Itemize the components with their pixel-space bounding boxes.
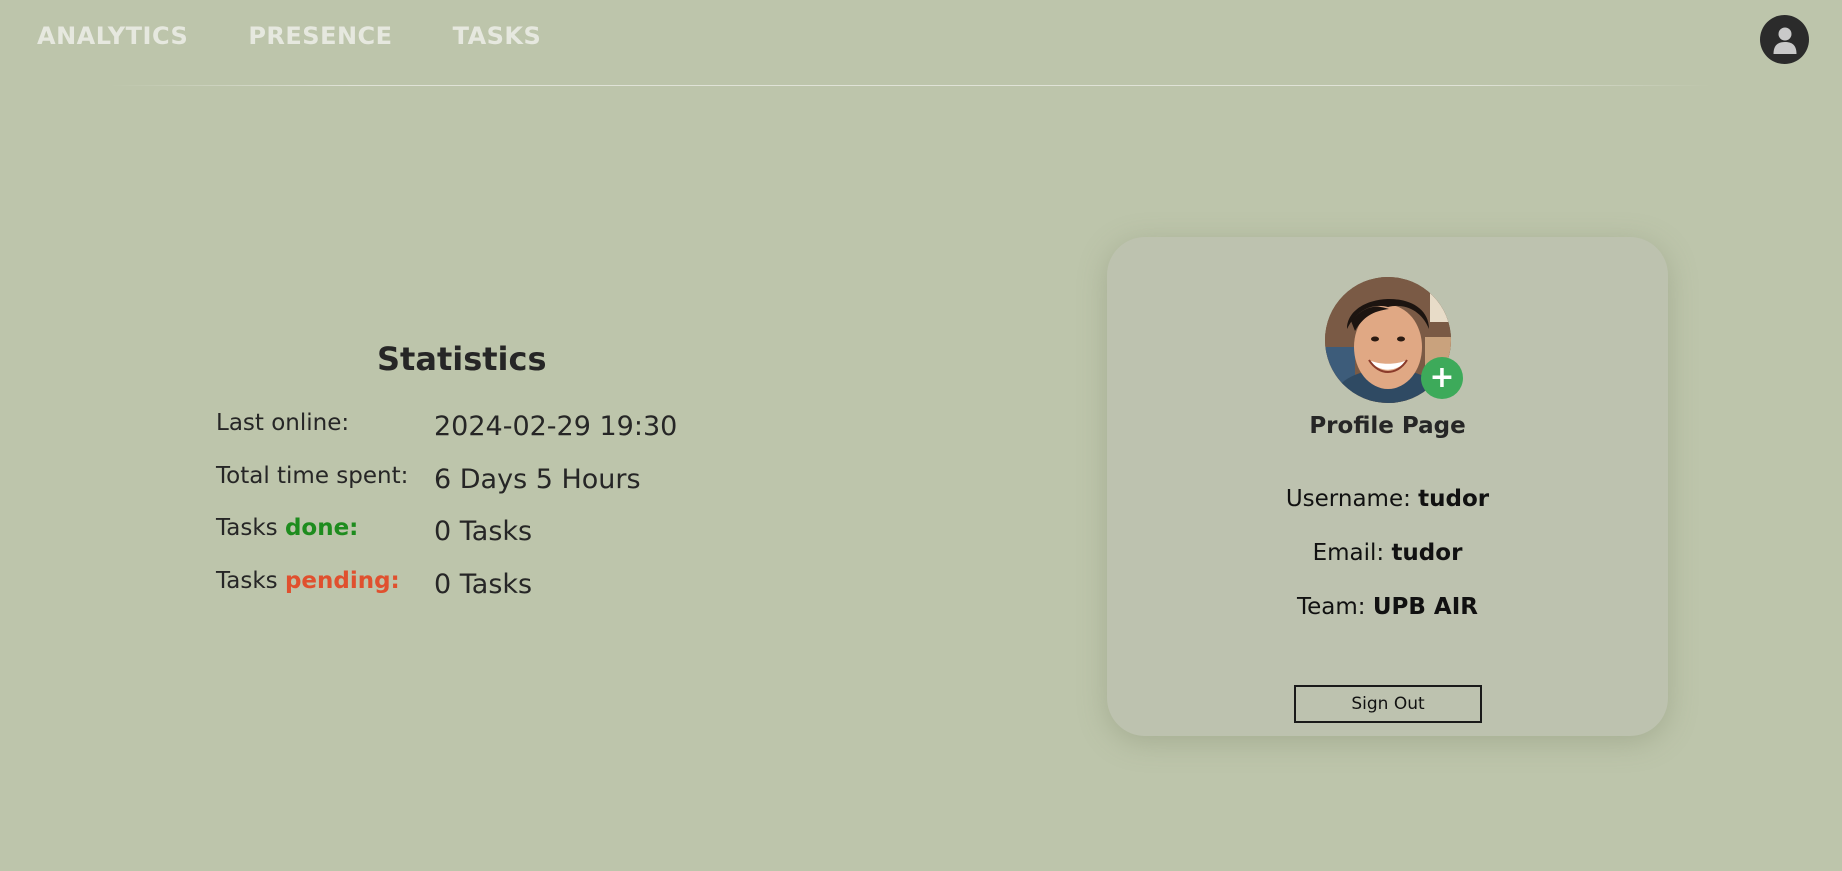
plus-icon: +: [1429, 360, 1455, 395]
add-photo-button[interactable]: +: [1421, 357, 1463, 399]
team-label: Team:: [1297, 594, 1366, 620]
nav-links: ANALYTICS PRESENCE TASKS: [37, 22, 541, 50]
profile-card: + Profile Page Username: tudor Email: tu…: [1107, 237, 1668, 736]
stat-label-pending-highlight: pending:: [284, 568, 400, 594]
statistics-title: Statistics: [377, 340, 547, 378]
profile-team: Team: UPB AIR: [1107, 594, 1668, 620]
stat-label-text: Tasks: [216, 568, 285, 594]
nav-link-tasks[interactable]: TASKS: [453, 22, 542, 50]
profile-page-title: Profile Page: [1309, 413, 1466, 439]
stat-label-done-highlight: done:: [284, 515, 359, 541]
stat-label-text: Last online:: [216, 410, 350, 436]
username-value: tudor: [1418, 486, 1490, 512]
top-navbar: ANALYTICS PRESENCE TASKS: [0, 0, 1842, 86]
stat-row-tasks-pending: Tasks pending: 0 Tasks: [216, 568, 736, 608]
profile-username: Username: tudor: [1107, 486, 1668, 512]
stat-label-tasks-done: Tasks done:: [216, 515, 358, 541]
stat-row-last-online: Last online: 2024-02-29 19:30: [216, 410, 736, 450]
profile-photo-container: +: [1325, 277, 1463, 403]
stat-label-text: Total time spent:: [216, 463, 409, 489]
email-value: tudor: [1391, 540, 1463, 566]
stat-value-tasks-done: 0 Tasks: [434, 516, 533, 547]
stat-value-tasks-pending: 0 Tasks: [434, 569, 533, 600]
profile-email: Email: tudor: [1107, 540, 1668, 566]
team-value: UPB AIR: [1372, 594, 1478, 620]
nav-link-presence[interactable]: PRESENCE: [248, 22, 392, 50]
stat-value-last-online: 2024-02-29 19:30: [434, 411, 678, 442]
nav-link-analytics[interactable]: ANALYTICS: [37, 22, 188, 50]
account-menu-button[interactable]: [1760, 15, 1809, 64]
stat-label-text: Tasks: [216, 515, 285, 541]
sign-out-button[interactable]: Sign Out: [1294, 685, 1482, 723]
nav-divider: [110, 85, 1710, 86]
stat-row-total-time: Total time spent: 6 Days 5 Hours: [216, 463, 736, 503]
username-label: Username:: [1285, 486, 1411, 512]
stat-label-last-online: Last online:: [216, 410, 349, 436]
stat-row-tasks-done: Tasks done: 0 Tasks: [216, 515, 736, 555]
user-account-icon: [1773, 27, 1796, 54]
email-label: Email:: [1312, 540, 1385, 566]
stat-value-total-time: 6 Days 5 Hours: [434, 464, 641, 495]
stat-label-tasks-pending: Tasks pending:: [216, 568, 400, 594]
stat-label-total-time: Total time spent:: [216, 463, 408, 489]
